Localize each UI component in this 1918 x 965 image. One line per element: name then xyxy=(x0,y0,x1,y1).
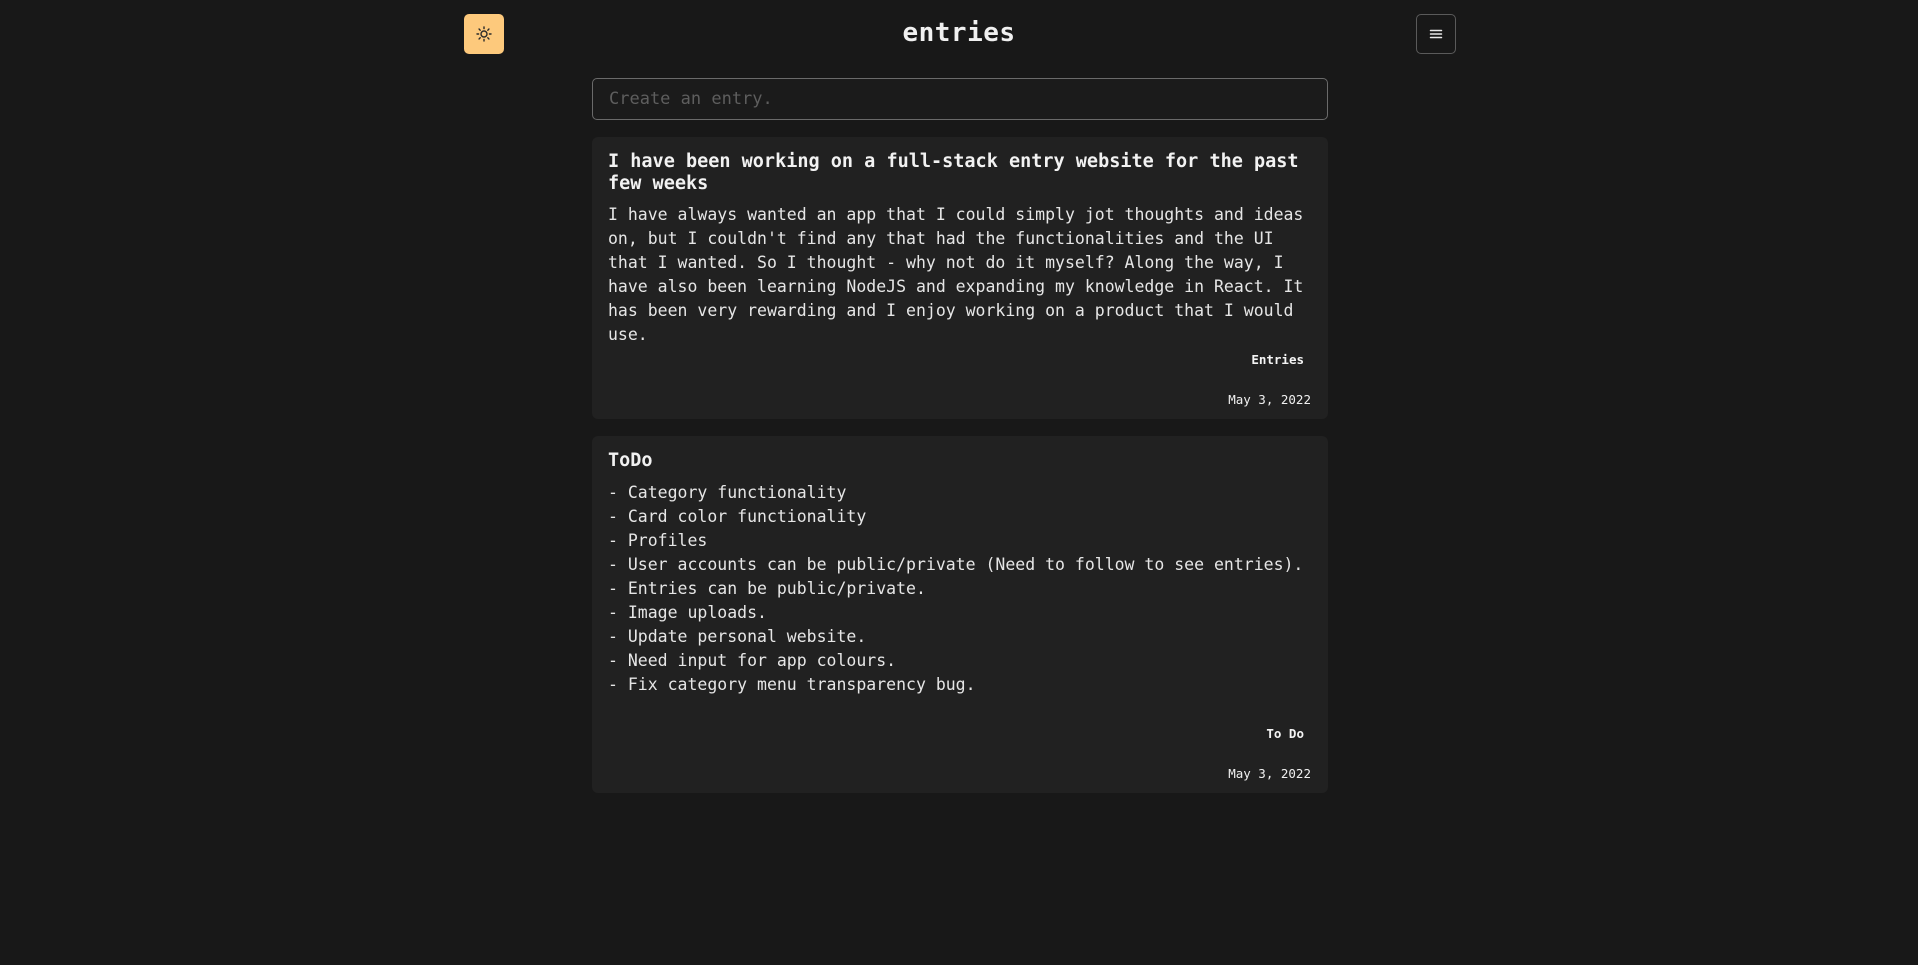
entry-body: I have always wanted an app that I could… xyxy=(608,205,1304,344)
hamburger-menu-icon xyxy=(1429,29,1443,39)
entry-card[interactable]: I have been working on a full-stack entr… xyxy=(592,137,1328,419)
page-title: entries xyxy=(902,18,1016,48)
entry-category-tag[interactable]: Entries xyxy=(1251,352,1304,367)
entry-title: ToDo xyxy=(608,450,653,471)
entry-date: May 3, 2022 xyxy=(1228,392,1311,407)
entry-title: I have been working on a full-stack entr… xyxy=(608,151,1299,194)
entry-category-tag[interactable]: To Do xyxy=(1266,726,1304,741)
entry-card[interactable]: ToDo - Category functionality - Card col… xyxy=(592,436,1328,793)
entry-body: - Category functionality - Card color fu… xyxy=(608,483,1304,694)
app: entries I have been working on a full-st… xyxy=(0,0,1918,965)
menu-button[interactable] xyxy=(1416,14,1456,54)
create-entry-input[interactable] xyxy=(592,78,1328,120)
entry-date: May 3, 2022 xyxy=(1228,766,1311,781)
